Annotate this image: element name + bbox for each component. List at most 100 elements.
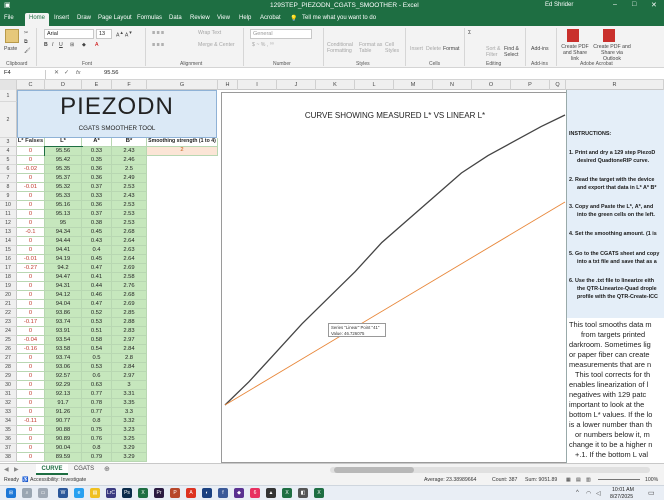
a-value-cell[interactable]: 0.4: [82, 246, 112, 255]
a-value-cell[interactable]: 0.8: [82, 417, 112, 426]
b-value-cell[interactable]: 3.32: [112, 417, 147, 426]
row-header[interactable]: 7: [0, 174, 17, 183]
l-value-cell[interactable]: 90.89: [45, 435, 82, 444]
b-value-cell[interactable]: 2.64: [112, 255, 147, 264]
b-value-cell[interactable]: 2.49: [112, 174, 147, 183]
column-header[interactable]: I: [238, 80, 277, 90]
row-header[interactable]: 30: [0, 381, 17, 390]
l-value-cell[interactable]: 95.42: [45, 156, 82, 165]
l-value-cell[interactable]: 93.06: [45, 363, 82, 372]
app-icon-dark[interactable]: ▲: [266, 488, 276, 498]
bold-icon[interactable]: B: [44, 42, 48, 48]
worksheet[interactable]: C D E F G H I J K L M N O P Q R 12345678…: [0, 80, 664, 463]
l-value-cell[interactable]: 95.35: [45, 165, 82, 174]
tab-review[interactable]: Review: [190, 15, 210, 21]
tray-arrow-icon[interactable]: ^: [576, 490, 579, 496]
create-pdf-outlook-button[interactable]: Create PDF and Share via Outlook: [592, 44, 632, 62]
lfalses-cell[interactable]: 0: [17, 156, 45, 165]
row-header[interactable]: 34: [0, 417, 17, 426]
grow-font-icon[interactable]: A▲ A▼: [116, 30, 133, 39]
lfalses-cell[interactable]: 0: [17, 282, 45, 291]
a-value-cell[interactable]: 0.45: [82, 228, 112, 237]
scrollbar-thumb[interactable]: [334, 467, 414, 473]
cut-icon[interactable]: ✂: [24, 30, 28, 36]
row-header[interactable]: 8: [0, 183, 17, 192]
curve-chart[interactable]: CURVE SHOWING MEASURED L* VS LINEAR L* S…: [221, 92, 567, 463]
row-header[interactable]: 28: [0, 363, 17, 372]
b-value-cell[interactable]: 3.35: [112, 399, 147, 408]
row-header[interactable]: 20: [0, 291, 17, 300]
l-value-cell[interactable]: 92.29: [45, 381, 82, 390]
task-view-icon[interactable]: ▭: [38, 488, 48, 498]
measured-curve-line[interactable]: [224, 114, 566, 406]
format-painter-icon[interactable]: 🖌: [24, 48, 31, 54]
l-value-cell[interactable]: 94.04: [45, 300, 82, 309]
app-icon-blue[interactable]: ◐: [202, 488, 212, 498]
column-header[interactable]: C: [17, 80, 45, 90]
lfalses-cell[interactable]: 0: [17, 309, 45, 318]
a-value-cell[interactable]: 0.38: [82, 219, 112, 228]
lfalses-cell[interactable]: -0.02: [17, 165, 45, 174]
accessibility-icon[interactable]: ♿: [22, 477, 28, 483]
lfalses-cell[interactable]: 0: [17, 219, 45, 228]
lfalses-cell[interactable]: 0: [17, 273, 45, 282]
tab-insert[interactable]: Insert: [54, 15, 69, 21]
app-icon-gray[interactable]: ◧: [298, 488, 308, 498]
a-value-cell[interactable]: 0.53: [82, 363, 112, 372]
column-header[interactable]: L: [355, 80, 394, 90]
l-value-cell[interactable]: 93.54: [45, 336, 82, 345]
lfalses-cell[interactable]: -0.04: [17, 336, 45, 345]
row-header[interactable]: 18: [0, 273, 17, 282]
excel-second-icon[interactable]: X: [314, 488, 324, 498]
b-value-cell[interactable]: 2.53: [112, 183, 147, 192]
font-name-select[interactable]: Arial: [44, 29, 94, 39]
zoom-slider[interactable]: [598, 479, 640, 480]
smoothing-strength-input[interactable]: 2: [147, 147, 218, 156]
number-format-select[interactable]: General: [250, 29, 312, 39]
b-value-cell[interactable]: 3.3: [112, 408, 147, 417]
row-header[interactable]: 33: [0, 408, 17, 417]
l-value-cell[interactable]: 95.13: [45, 210, 82, 219]
row-header[interactable]: 4: [0, 147, 17, 156]
column-header[interactable]: P: [511, 80, 550, 90]
cancel-icon[interactable]: ✕: [54, 70, 59, 76]
row-header[interactable]: 37: [0, 444, 17, 453]
b-value-cell[interactable]: 2.85: [112, 309, 147, 318]
merge-center-button[interactable]: Merge & Center: [198, 42, 235, 48]
l-value-cell[interactable]: 93.74: [45, 354, 82, 363]
a-value-cell[interactable]: 0.37: [82, 210, 112, 219]
lfalses-cell[interactable]: 0: [17, 291, 45, 300]
row-header[interactable]: 14: [0, 237, 17, 246]
a-value-cell[interactable]: 0.46: [82, 291, 112, 300]
lfalses-cell[interactable]: 0: [17, 426, 45, 435]
page-break-view-icon[interactable]: ▥: [586, 477, 591, 483]
file-explorer-icon[interactable]: ▤: [90, 488, 100, 498]
lfalses-cell[interactable]: -0.01: [17, 183, 45, 192]
tab-home[interactable]: Home: [25, 13, 50, 26]
row-header[interactable]: 5: [0, 156, 17, 165]
row-header[interactable]: 11: [0, 210, 17, 219]
column-header[interactable]: O: [472, 80, 511, 90]
tab-data[interactable]: Data: [169, 15, 182, 21]
volume-icon[interactable]: ◁: [596, 490, 601, 497]
create-pdf-share-link-button[interactable]: Create PDF and Share link: [560, 44, 590, 62]
a-value-cell[interactable]: 0.36: [82, 201, 112, 210]
app-icon-pink[interactable]: 6: [250, 488, 260, 498]
insert-cells-button[interactable]: Insert: [410, 46, 423, 52]
b-value-cell[interactable]: 2.53: [112, 210, 147, 219]
a-value-cell[interactable]: 0.33: [82, 147, 112, 156]
font-color-icon[interactable]: A: [95, 42, 98, 48]
tell-me-search[interactable]: Tell me what you want to do: [302, 15, 376, 21]
b-value-cell[interactable]: 2.97: [112, 372, 147, 381]
b-value-cell[interactable]: 3: [112, 381, 147, 390]
lfalses-cell[interactable]: 0: [17, 453, 45, 462]
b-value-cell[interactable]: 2.83: [112, 327, 147, 336]
copy-icon[interactable]: ⧉: [24, 39, 28, 46]
a-value-cell[interactable]: 0.45: [82, 255, 112, 264]
row-header[interactable]: 16: [0, 255, 17, 264]
align-left-icon[interactable]: ≡ ≡ ≡: [152, 42, 164, 48]
tab-draw[interactable]: Draw: [77, 15, 91, 21]
app-icon-lc[interactable]: LrC: [106, 488, 116, 498]
b-value-cell[interactable]: 2.88: [112, 318, 147, 327]
format-cells-button[interactable]: Format: [443, 46, 459, 52]
